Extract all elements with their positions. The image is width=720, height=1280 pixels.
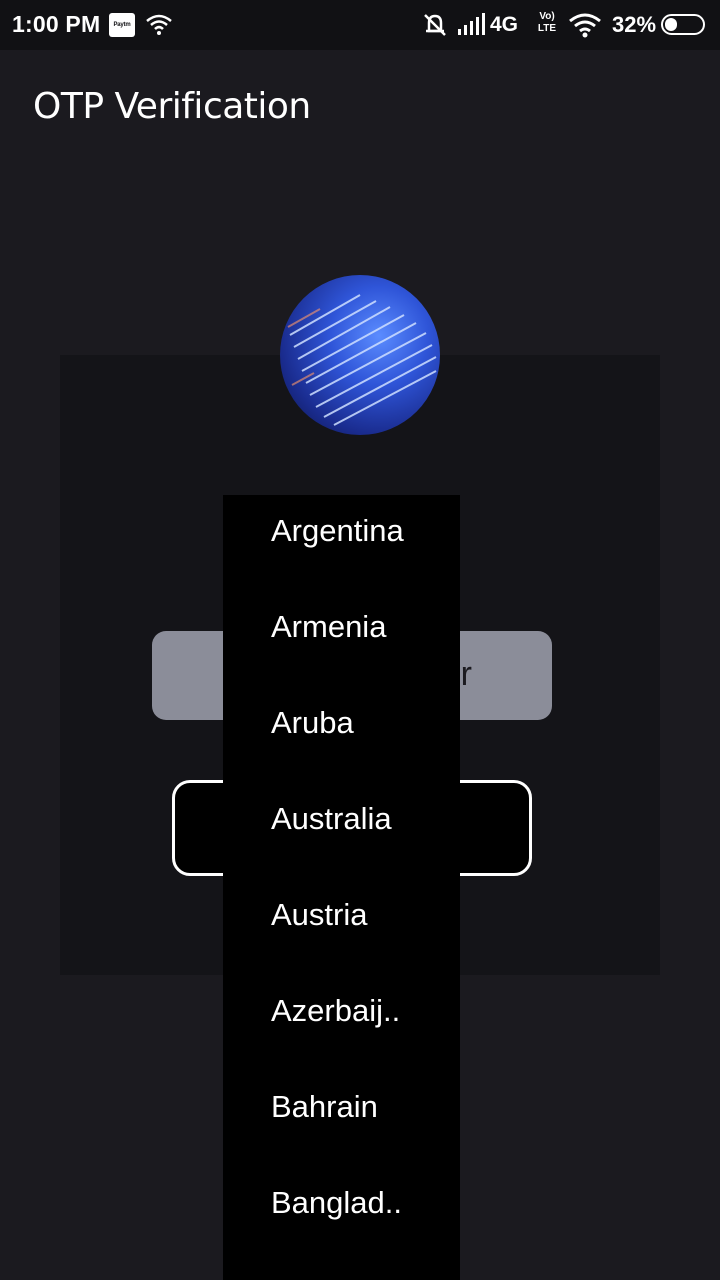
- battery-percent: 32%: [612, 12, 657, 37]
- country-option[interactable]: Banglad..: [223, 1167, 460, 1263]
- volte-bottom: LTE: [537, 23, 557, 34]
- country-dropdown[interactable]: Argentina Armenia Aruba Australia Austri…: [223, 495, 460, 1280]
- country-option[interactable]: Australia: [223, 783, 460, 879]
- mute-icon: [421, 11, 449, 39]
- avatar-image: [280, 275, 440, 435]
- battery-fill: [665, 18, 677, 31]
- country-option[interactable]: Austria: [223, 879, 460, 975]
- battery-icon: [661, 14, 705, 35]
- phone-field-text: r: [460, 655, 472, 693]
- paytm-icon: Paytm: [109, 13, 135, 37]
- wifi-icon: [568, 12, 602, 38]
- wifi-icon: [145, 12, 173, 36]
- volte-top: Vo): [539, 11, 555, 22]
- country-option[interactable]: Azerbaij..: [223, 975, 460, 1071]
- country-option[interactable]: Argentina: [223, 495, 460, 591]
- network-type: 4G: [490, 13, 519, 36]
- status-time: 1:00 PM: [12, 11, 101, 37]
- volte-icon: Vo) LTE: [535, 11, 559, 39]
- signal-icon: [457, 13, 485, 37]
- country-option[interactable]: Aruba: [223, 687, 460, 783]
- page-title: OTP Verification: [33, 86, 311, 127]
- otp-verification-screen: 1:00 PM Paytm 4G Vo) LTE 32% OTP Verific…: [0, 0, 720, 1280]
- country-option[interactable]: Bahrain: [223, 1071, 460, 1167]
- status-bar: 1:00 PM Paytm 4G Vo) LTE 32%: [0, 0, 720, 50]
- country-option[interactable]: Armenia: [223, 591, 460, 687]
